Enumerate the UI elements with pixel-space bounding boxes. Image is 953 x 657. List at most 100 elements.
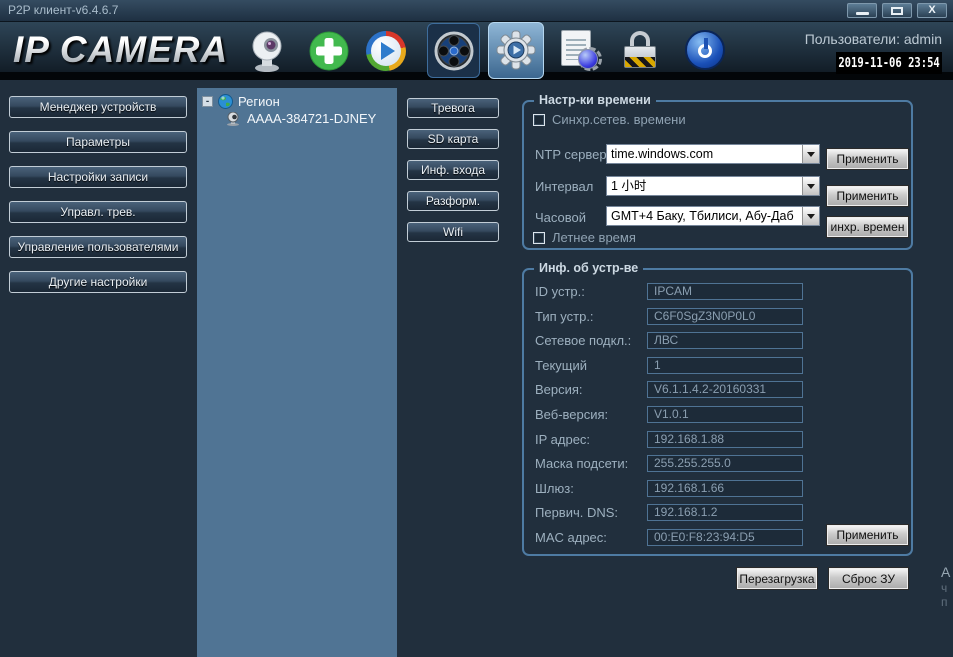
field-label: Тип устр.: xyxy=(524,309,647,324)
field-label: Шлюз: xyxy=(524,481,647,496)
apply-ntp-button[interactable]: Применить xyxy=(827,149,908,169)
field-value: IPCAM xyxy=(647,283,803,300)
add-device-icon[interactable] xyxy=(309,31,351,75)
collapse-expander-icon[interactable]: - xyxy=(202,96,213,107)
field-label: IP адрес: xyxy=(524,432,647,447)
sync-network-time-row: Синхр.сетев. времени xyxy=(533,112,686,127)
row-network-connection: Сетевое подкл.: ЛВС xyxy=(524,332,911,349)
header: IP CAMERA xyxy=(0,22,953,80)
dst-checkbox[interactable] xyxy=(533,232,545,244)
clipped-text-line3: п xyxy=(941,595,948,609)
log-icon[interactable] xyxy=(561,30,603,74)
field-label: Маска подсети: xyxy=(524,456,647,471)
row-subnet-mask: Маска подсети: 255.255.255.0 xyxy=(524,455,911,472)
maximize-icon xyxy=(891,7,903,15)
user-label: Пользователи: admin xyxy=(805,31,942,47)
minimize-button[interactable] xyxy=(847,3,877,18)
sidebar-item-device-manager[interactable]: Менеджер устройств xyxy=(9,96,187,118)
field-label: Веб-версия: xyxy=(524,407,647,422)
lock-icon[interactable] xyxy=(621,29,659,73)
interval-dropdown-button[interactable] xyxy=(802,177,819,195)
reset-memory-button[interactable]: Сброс ЗУ xyxy=(829,568,908,589)
sync-network-time-checkbox[interactable] xyxy=(533,114,545,126)
titlebar: P2P клиент-v6.4.6.7 X xyxy=(0,0,953,22)
close-icon: X xyxy=(918,4,946,17)
chevron-down-icon xyxy=(807,152,815,157)
field-value: V6.1.1.4.2-20160331 xyxy=(647,381,803,398)
window-title: P2P клиент-v6.4.6.7 xyxy=(8,3,118,17)
apply-interval-button[interactable]: Применить xyxy=(827,186,908,206)
reboot-button[interactable]: Перезагрузка xyxy=(737,568,817,589)
field-value: C6F0SgZ3N0P0L0 xyxy=(647,308,803,325)
tree-root-row[interactable]: - Регион xyxy=(202,94,280,109)
settings-icon xyxy=(496,30,538,74)
camera-device-icon xyxy=(225,112,241,126)
row-gateway: Шлюз: 192.168.1.66 xyxy=(524,480,911,497)
time-settings-title: Настр-ки времени xyxy=(534,93,656,107)
interval-label: Интервал xyxy=(535,179,593,194)
datetime-text: 2019-11-06 23:54:43 xyxy=(836,52,942,74)
main-content: Менеджер устройств Параметры Настройки з… xyxy=(0,88,953,657)
sync-time-button[interactable]: инхр. времен xyxy=(827,217,908,237)
row-device-type: Тип устр.: C6F0SgZ3N0P0L0 xyxy=(524,308,911,325)
timezone-label: Часовой xyxy=(535,210,586,225)
field-value: 192.168.1.88 xyxy=(647,431,803,448)
row-current: Текущий 1 xyxy=(524,357,911,374)
field-label: ID устр.: xyxy=(524,284,647,299)
field-value: 1 xyxy=(647,357,803,374)
webcam-icon[interactable] xyxy=(246,29,288,73)
timezone-dropdown-button[interactable] xyxy=(802,207,819,225)
sidebar-item-other-settings[interactable]: Другие настройки xyxy=(9,271,187,293)
tab-wifi[interactable]: Wifi xyxy=(407,222,499,242)
field-label: Сетевое подкл.: xyxy=(524,333,647,348)
sidebar-item-parameters[interactable]: Параметры xyxy=(9,131,187,153)
field-value: 255.255.255.0 xyxy=(647,455,803,472)
device-info-title: Инф. об устр-ве xyxy=(534,261,643,275)
field-label: Текущий xyxy=(524,358,647,373)
sidebar-item-record-settings[interactable]: Настройки записи xyxy=(9,166,187,188)
sync-network-time-label: Синхр.сетев. времени xyxy=(552,112,686,127)
tab-login-info[interactable]: Инф. входа xyxy=(407,160,499,180)
settings-tab-column: Тревога SD карта Инф. входа Разформ. Wif… xyxy=(407,98,499,242)
maximize-button[interactable] xyxy=(882,3,912,18)
app-logo: IP CAMERA xyxy=(13,29,228,71)
row-web-version: Веб-версия: V1.0.1 xyxy=(524,406,911,423)
datetime-display: 2019-11-06 23:54:43 xyxy=(836,52,942,74)
dst-label: Летнее время xyxy=(552,230,636,245)
device-info-rows: ID устр.: IPCAM Тип устр.: C6F0SgZ3N0P0L… xyxy=(524,283,911,546)
tree-root-label: Регион xyxy=(238,94,280,109)
field-value: ЛВС xyxy=(647,332,803,349)
ntp-server-dropdown[interactable]: time.windows.com xyxy=(606,144,820,164)
close-button[interactable]: X xyxy=(917,3,947,18)
chevron-down-icon xyxy=(807,214,815,219)
apply-network-button[interactable]: Применить xyxy=(827,525,908,545)
tree-device-row[interactable]: AAAA-384721-DJNEY xyxy=(225,111,376,126)
field-value: 192.168.1.66 xyxy=(647,480,803,497)
tab-format[interactable]: Разформ. xyxy=(407,191,499,211)
playback-icon xyxy=(434,31,476,75)
ntp-dropdown-button[interactable] xyxy=(802,145,819,163)
dst-row: Летнее время xyxy=(533,230,636,245)
device-info-group: Инф. об устр-ве ID устр.: IPCAM Тип устр… xyxy=(522,268,913,556)
field-value: V1.0.1 xyxy=(647,406,803,423)
row-primary-dns: Первич. DNS: 192.168.1.2 xyxy=(524,504,911,521)
interval-dropdown[interactable]: 1 小时 xyxy=(606,176,820,196)
timezone-dropdown[interactable]: GMT+4 Баку, Тбилиси, Абу-Даб xyxy=(606,206,820,226)
field-value: 00:E0:F8:23:94:D5 xyxy=(647,529,803,546)
globe-icon xyxy=(218,94,233,109)
playback-button[interactable] xyxy=(427,23,480,78)
time-settings-group: Настр-ки времени Синхр.сетев. времени NT… xyxy=(522,100,913,250)
chevron-down-icon xyxy=(807,184,815,189)
device-tree-panel: - Регион xyxy=(197,88,397,657)
clipped-text-line2: ч xyxy=(941,581,947,595)
sidebar-item-user-management[interactable]: Управление пользователями xyxy=(9,236,187,258)
power-icon[interactable] xyxy=(685,30,727,74)
settings-button[interactable] xyxy=(488,22,544,79)
clipped-text-line1: А xyxy=(941,564,950,580)
tab-sd-card[interactable]: SD карта xyxy=(407,129,499,149)
live-view-icon[interactable] xyxy=(366,31,408,75)
tab-alarm[interactable]: Тревога xyxy=(407,98,499,118)
sidebar-item-alarm-control[interactable]: Управл. трев. xyxy=(9,201,187,223)
app-window: P2P клиент-v6.4.6.7 X IP CAMERA xyxy=(0,0,953,657)
sidebar: Менеджер устройств Параметры Настройки з… xyxy=(9,96,187,293)
